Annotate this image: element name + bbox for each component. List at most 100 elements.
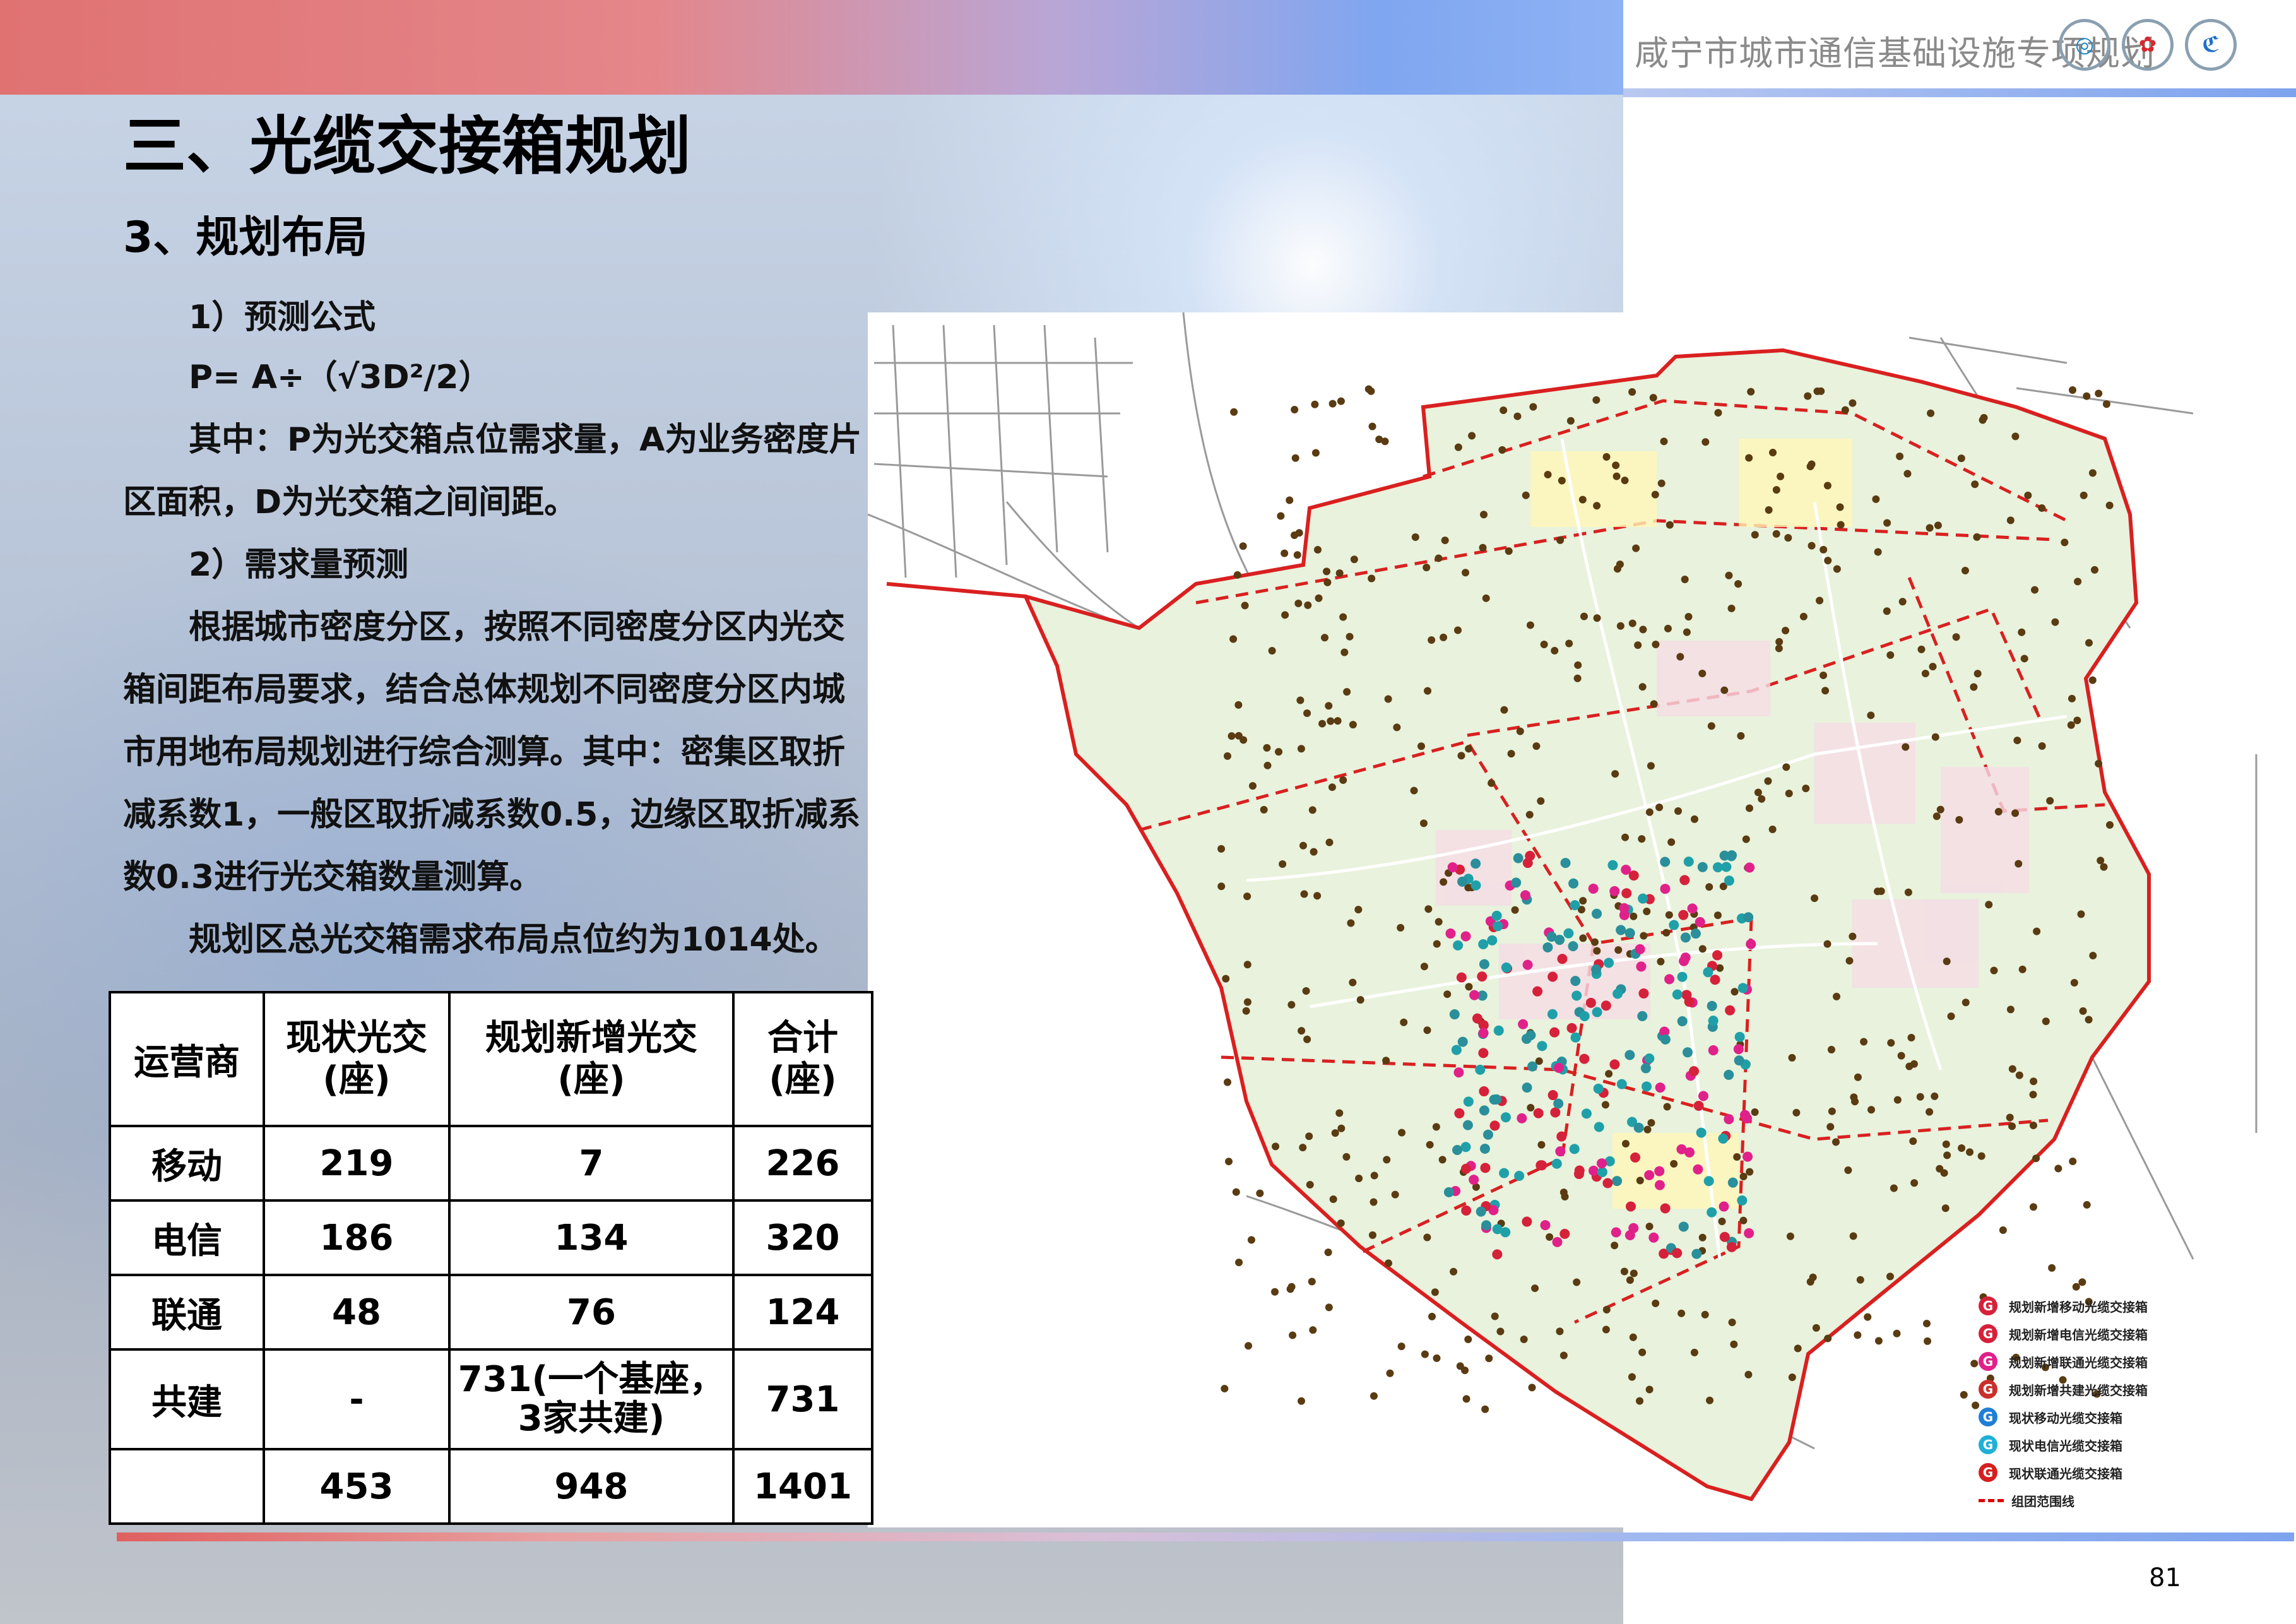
planned-box-point (1424, 687, 1432, 695)
existing-box-point (1469, 990, 1480, 1000)
planned-box-point (2080, 491, 2088, 499)
planned-box-point (1714, 409, 1722, 417)
planned-box-point (1784, 534, 1792, 542)
planned-box-point (2067, 721, 2075, 729)
planned-box-point (1559, 1351, 1568, 1360)
existing-box-point (1551, 1158, 1562, 1169)
existing-box-point (1601, 1000, 1611, 1011)
planned-box-point (1299, 1144, 1307, 1152)
planned-box-point (1462, 1395, 1471, 1403)
planned-box-point (2097, 856, 2105, 865)
planned-box-point (1526, 621, 1534, 629)
existing-box-point (1712, 862, 1723, 873)
existing-box-point (1682, 1047, 1693, 1058)
existing-box-point (1737, 983, 1748, 993)
planned-box-point (1727, 604, 1736, 612)
existing-box-point (1445, 928, 1456, 939)
existing-box-point (1678, 910, 1689, 920)
planned-box-point (1356, 996, 1364, 1004)
planned-box-point (1824, 557, 1832, 565)
existing-box-point (1677, 971, 1688, 982)
existing-box-point (1591, 964, 1602, 975)
planned-box-point (1481, 1405, 1489, 1413)
existing-box-point (1553, 1062, 1564, 1073)
planned-box-point (1713, 911, 1722, 920)
planned-box-point (2051, 618, 2059, 626)
existing-box-point (1624, 928, 1635, 939)
planned-box-point (1758, 795, 1766, 803)
existing-box-point (1566, 1022, 1577, 1033)
planned-box-point (1342, 1153, 1351, 1161)
existing-box-point (1552, 1236, 1563, 1247)
planned-box-point (1602, 1325, 1610, 1334)
existing-box-point (1612, 1176, 1623, 1187)
planned-box-point (1281, 611, 1289, 619)
existing-box-point (1499, 1168, 1510, 1178)
existing-box-point (1718, 1134, 1729, 1144)
existing-box-point (1677, 1016, 1688, 1027)
planned-box-point (1614, 946, 1623, 954)
planned-box-point (1877, 887, 1885, 895)
planned-box-point (1565, 639, 1573, 648)
planned-box-point (1764, 777, 1772, 785)
planned-box-point (1657, 957, 1665, 966)
existing-box-point (1660, 1034, 1671, 1045)
planned-box-point (1849, 932, 1857, 940)
planned-box-point (1457, 752, 1465, 760)
planned-box-point (1297, 1397, 1305, 1405)
planned-box-point (1320, 634, 1328, 642)
existing-box-point (1479, 959, 1489, 969)
existing-box-point (1724, 875, 1734, 886)
planned-box-point (1794, 1344, 1802, 1353)
legend-label: 规划新增共建光缆交接箱 (2009, 1382, 2148, 1398)
existing-box-point (1744, 862, 1755, 873)
existing-box-point (1719, 1201, 1729, 1212)
planned-box-point (1566, 417, 1575, 425)
planned-box-point (1845, 957, 1854, 965)
footer-gradient-bar (117, 1532, 2294, 1541)
planned-box-point (1335, 1109, 1344, 1117)
planned-box-point (1303, 709, 1311, 718)
existing-box-point (1553, 1098, 1564, 1109)
planned-box-point (1520, 1336, 1528, 1344)
existing-box-point (1638, 988, 1649, 999)
existing-box-point (1624, 1230, 1635, 1241)
planned-box-point (1943, 1151, 1951, 1159)
planned-box-point (1916, 1093, 1924, 1101)
planned-box-point (1228, 732, 1236, 740)
planned-box-point (2095, 389, 2103, 398)
planned-box-point (1325, 838, 1334, 846)
planned-box-point (1384, 695, 1392, 703)
planned-box-point (2048, 1264, 2056, 1272)
planned-box-point (1339, 613, 1347, 621)
existing-box-point (1547, 1090, 1558, 1101)
planned-box-point (1491, 1312, 1499, 1320)
planned-box-point (1971, 480, 1979, 489)
existing-box-point (1744, 1228, 1755, 1238)
existing-box-point (1487, 935, 1498, 945)
planned-box-point (1745, 804, 1753, 812)
planned-box-point (1924, 1337, 1932, 1345)
planned-box-point (1645, 1223, 1654, 1231)
planned-box-point (1423, 1233, 1431, 1242)
planned-box-point (2008, 1122, 2016, 1130)
planned-box-point (1903, 470, 1912, 478)
existing-box-point (1637, 1011, 1648, 1021)
existing-box-point (1570, 900, 1580, 911)
planned-box-point (1324, 1248, 1332, 1257)
legend-item: G 规划新增电信光缆交接箱 (1979, 1320, 2281, 1348)
existing-box-point (1644, 1170, 1655, 1180)
page-title: 三、光缆交接箱规划 (123, 109, 691, 183)
existing-box-point (1511, 877, 1522, 888)
planned-box-point (1909, 1137, 1917, 1146)
planned-box-point (1397, 923, 1405, 932)
legend-label: 现状电信光缆交接箱 (2009, 1438, 2122, 1454)
planned-box-point (2077, 910, 2085, 918)
existing-box-point (1568, 878, 1579, 889)
planned-box-point (1664, 624, 1672, 632)
planned-box-point (2031, 586, 2039, 594)
planned-box-point (1872, 495, 1880, 503)
planned-box-point (2079, 1007, 2087, 1015)
existing-box-point (1491, 1094, 1502, 1105)
planned-box-point (1626, 1276, 1634, 1284)
